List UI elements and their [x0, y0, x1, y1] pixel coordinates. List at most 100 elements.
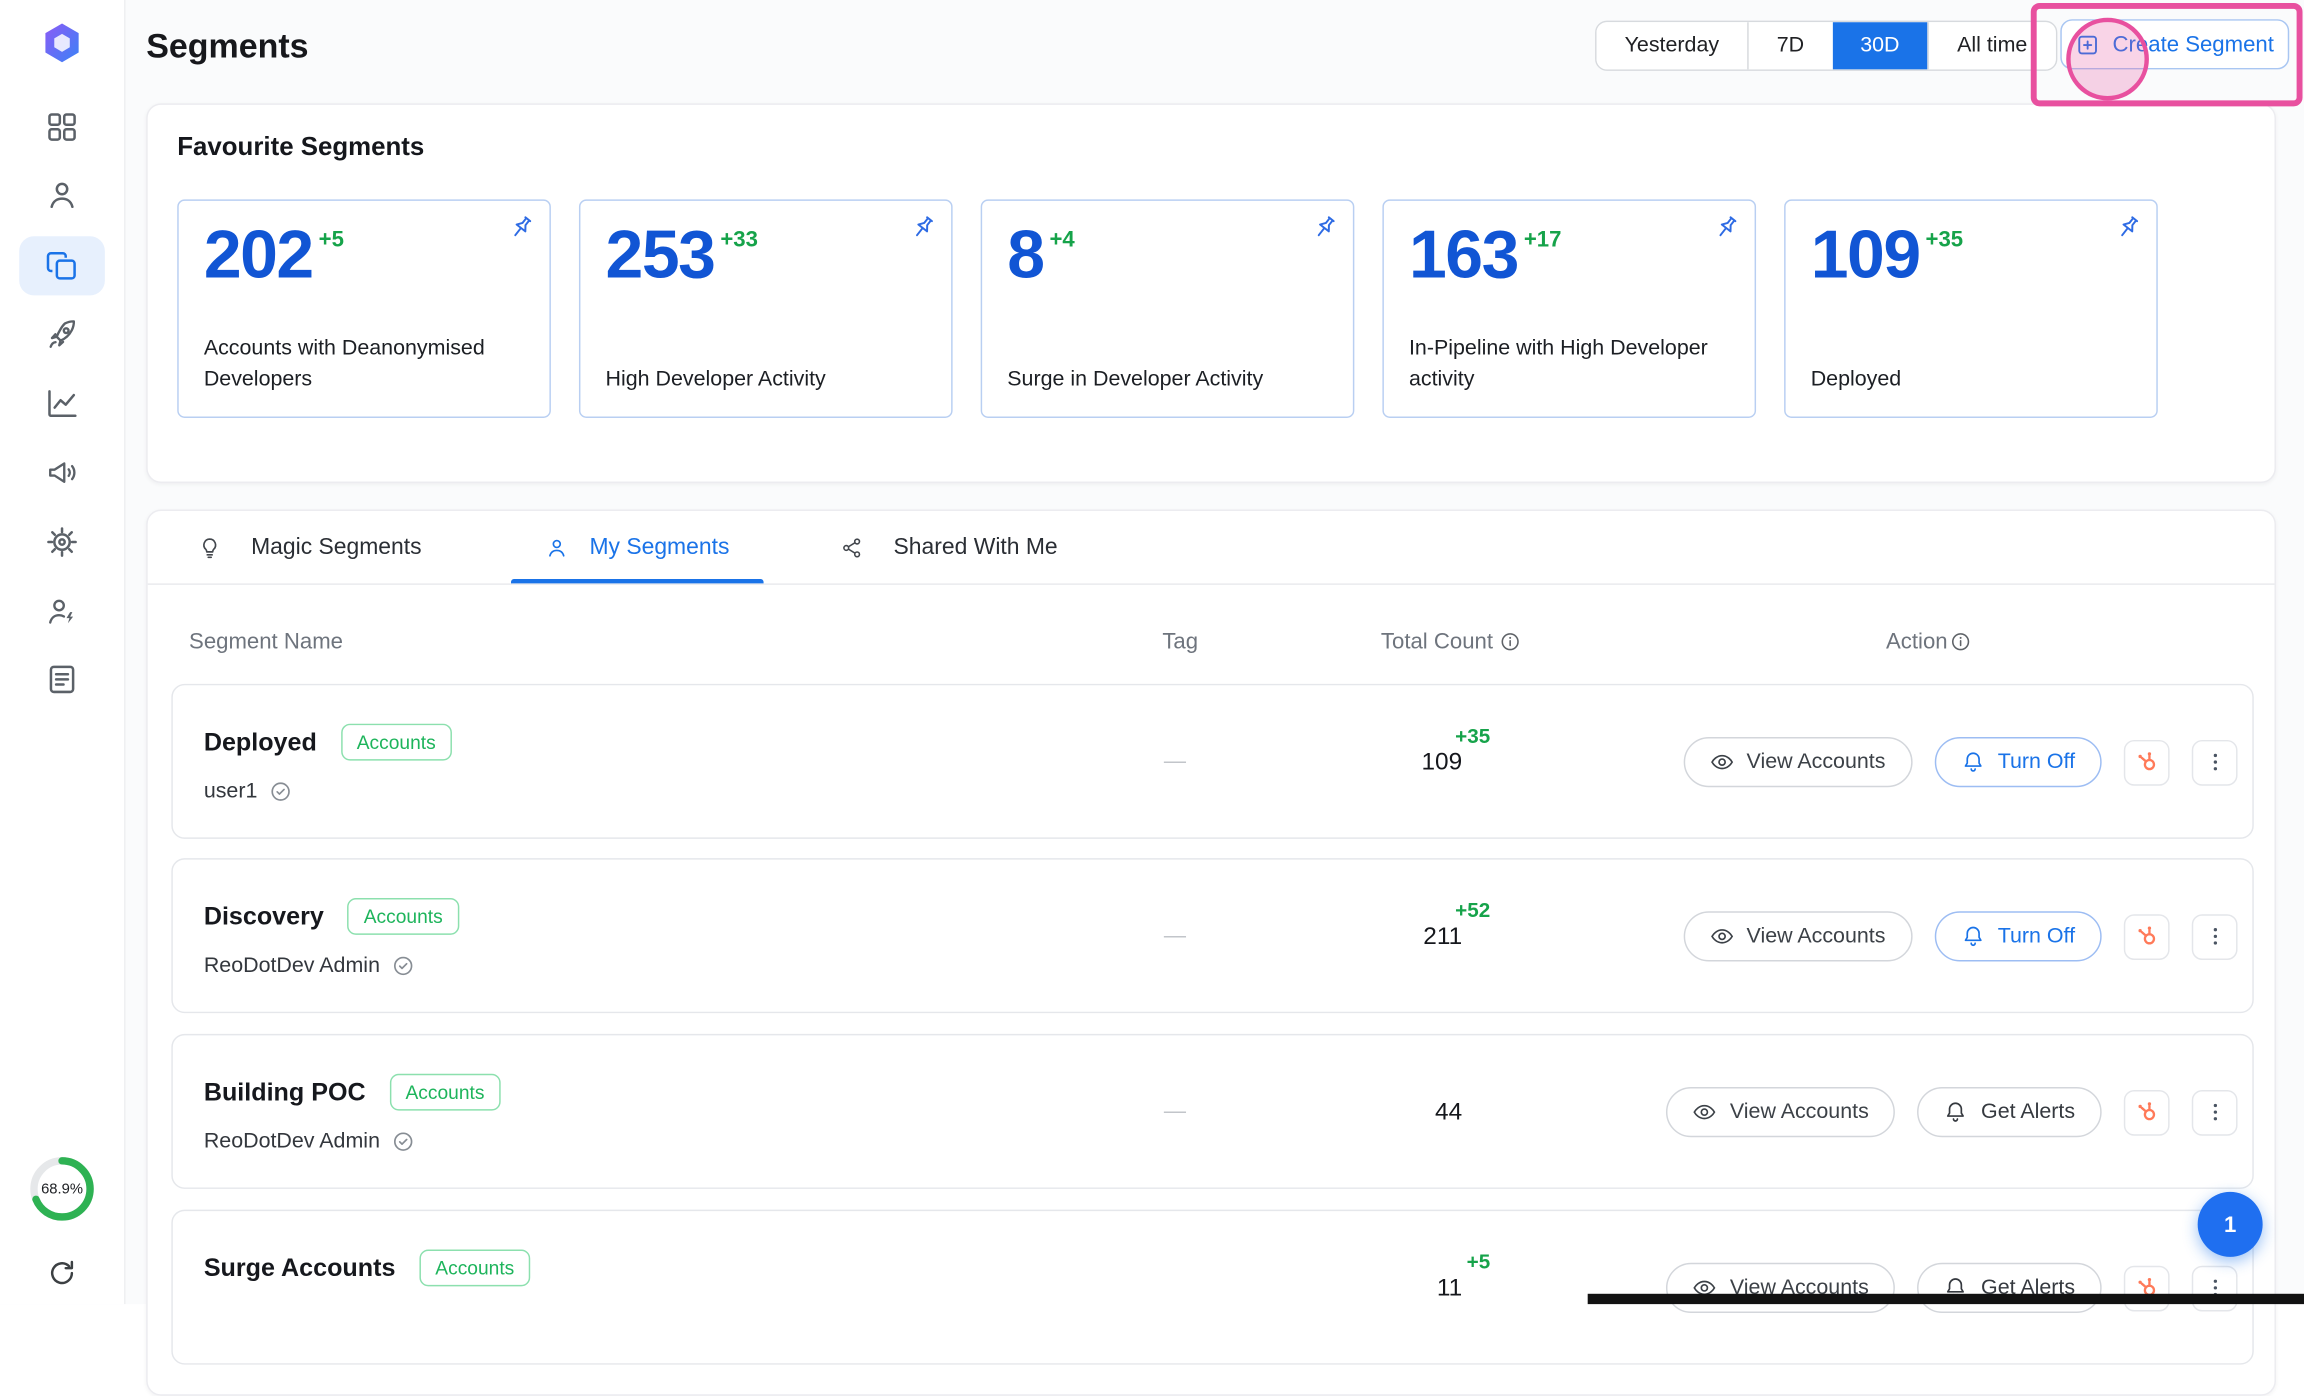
card-delta: +35: [1926, 227, 1964, 252]
tag-value: —: [1164, 923, 1186, 948]
kebab-menu-icon: [2201, 1099, 2228, 1126]
dashboard-grid-icon[interactable]: [44, 109, 79, 144]
favourite-card[interactable]: 163 +17 In-Pipeline with High Developer …: [1382, 199, 1756, 418]
info-icon[interactable]: [1499, 631, 1521, 653]
favourite-card[interactable]: 8 +4 Surge in Developer Activity: [981, 199, 1355, 418]
hubspot-sync-button[interactable]: [2124, 739, 2170, 785]
segment-type-badge: Accounts: [340, 724, 451, 761]
notification-fab[interactable]: 1: [2198, 1192, 2263, 1257]
segment-type-badge: Accounts: [389, 1074, 500, 1111]
view-accounts-button[interactable]: View Accounts: [1683, 911, 1912, 961]
progress-percentage: 68.9%: [28, 1182, 96, 1198]
card-value: 109: [1811, 213, 1920, 296]
card-delta: +33: [720, 227, 758, 252]
plus-square-icon: [2076, 32, 2101, 57]
row-menu-button[interactable]: [2192, 1089, 2238, 1135]
total-count: 44: [1435, 1074, 1490, 1127]
segment-row: Surge Accounts Accounts +5 11 View Accou…: [171, 1210, 2253, 1365]
eye-icon: [1693, 1100, 1717, 1124]
tab-shared-with-me[interactable]: Shared With Me: [840, 511, 1057, 583]
tab-label: Shared With Me: [894, 534, 1058, 561]
bottom-edge-strip: [1588, 1294, 2304, 1304]
share-icon: [840, 535, 864, 559]
bell-icon: [1944, 1100, 1968, 1124]
user-pin-icon[interactable]: [44, 594, 79, 629]
segment-row: Building POC Accounts ReoDotDev Admin — …: [171, 1034, 2253, 1189]
row-menu-button[interactable]: [2192, 913, 2238, 959]
usage-progress-ring: 68.9%: [28, 1155, 96, 1223]
contacts-icon[interactable]: [44, 177, 79, 212]
favourite-card[interactable]: 202 +5 Accounts with Deanonymised Develo…: [177, 199, 551, 418]
app-logo[interactable]: [40, 21, 84, 65]
analytics-icon[interactable]: [44, 385, 79, 420]
view-accounts-button[interactable]: View Accounts: [1666, 1263, 1895, 1313]
turn-off-button[interactable]: Turn Off: [1934, 737, 2101, 787]
app-root: 68.9% Segments Yesterday 7D 30D All time…: [0, 0, 2304, 1304]
favourite-card[interactable]: 253 +33 High Developer Activity: [579, 199, 953, 418]
hubspot-sync-button[interactable]: [2124, 913, 2170, 959]
eye-icon: [1710, 750, 1734, 774]
card-label: Accounts with Deanonymised Developers: [204, 334, 532, 396]
kebab-menu-icon: [2201, 749, 2228, 776]
get-alerts-button[interactable]: Get Alerts: [1918, 1263, 2102, 1313]
segment-name: Surge Accounts: [204, 1253, 396, 1283]
pin-icon[interactable]: [1310, 213, 1340, 243]
segment-row: Deployed Accounts user1 — +35 109 Vie: [171, 684, 2253, 839]
total-count: +52 211: [1423, 898, 1490, 951]
filter-30d[interactable]: 30D: [1832, 22, 1927, 69]
segments-icon[interactable]: [44, 248, 79, 283]
column-total-count: Total Count: [1381, 629, 1521, 654]
hubspot-icon: [2133, 1099, 2160, 1126]
card-value: 253: [606, 213, 715, 296]
turn-off-button[interactable]: Turn Off: [1934, 911, 2101, 961]
segment-name: Discovery: [204, 902, 324, 932]
view-accounts-button[interactable]: View Accounts: [1683, 737, 1912, 787]
favourites-heading: Favourite Segments: [177, 131, 424, 162]
tab-my-segments[interactable]: My Segments: [511, 511, 764, 583]
refresh-icon[interactable]: [47, 1258, 77, 1288]
announcements-icon[interactable]: [44, 455, 79, 490]
rocket-icon[interactable]: [44, 318, 79, 353]
total-count: +5 11: [1437, 1249, 1490, 1302]
page-title: Segments: [146, 24, 308, 68]
pin-icon[interactable]: [1712, 213, 1742, 243]
info-icon[interactable]: [1949, 631, 1971, 653]
favourite-card[interactable]: 109 +35 Deployed: [1784, 199, 2158, 418]
pin-icon[interactable]: [507, 213, 537, 243]
total-count: +35 109: [1421, 724, 1490, 777]
card-delta: +4: [1049, 227, 1074, 252]
hubspot-sync-button[interactable]: [2124, 1089, 2170, 1135]
column-tag: Tag: [1162, 629, 1198, 654]
card-delta: +5: [319, 227, 344, 252]
count-value: 11: [1437, 1273, 1462, 1303]
filter-7d[interactable]: 7D: [1747, 22, 1832, 69]
segment-owner: ReoDotDev Admin: [204, 1130, 416, 1154]
card-label: Deployed: [1811, 365, 2139, 396]
lightbulb-icon: [198, 535, 222, 559]
bell-icon: [1961, 750, 1985, 774]
tag-value: —: [1164, 749, 1186, 774]
tab-magic-segments[interactable]: Magic Segments: [198, 511, 422, 583]
favourite-cards: 202 +5 Accounts with Deanonymised Develo…: [177, 199, 2158, 418]
check-circle-icon: [392, 1130, 416, 1154]
check-circle-icon: [269, 780, 293, 804]
card-label: High Developer Activity: [606, 365, 934, 396]
filter-yesterday[interactable]: Yesterday: [1597, 22, 1748, 69]
pin-icon[interactable]: [2113, 213, 2143, 243]
favourite-segments-panel: Favourite Segments 202 +5 Accounts with …: [146, 103, 2276, 483]
row-menu-button[interactable]: [2192, 739, 2238, 785]
segment-type-badge: Accounts: [419, 1249, 530, 1286]
segment-owner: ReoDotDev Admin: [204, 954, 416, 978]
time-filter-group: Yesterday 7D 30D All time: [1595, 21, 2057, 71]
count-value: 44: [1435, 1097, 1462, 1127]
settings-icon[interactable]: [44, 524, 79, 559]
segment-type-badge: Accounts: [347, 898, 458, 935]
sidebar: 68.9%: [0, 0, 126, 1304]
segment-name: Deployed: [204, 727, 317, 757]
filter-all-time[interactable]: All time: [1928, 22, 2056, 69]
get-alerts-button[interactable]: Get Alerts: [1918, 1087, 2102, 1137]
pin-icon[interactable]: [908, 213, 938, 243]
view-accounts-button[interactable]: View Accounts: [1666, 1087, 1895, 1137]
create-segment-button[interactable]: Create Segment: [2060, 19, 2289, 69]
forms-icon[interactable]: [44, 662, 79, 697]
